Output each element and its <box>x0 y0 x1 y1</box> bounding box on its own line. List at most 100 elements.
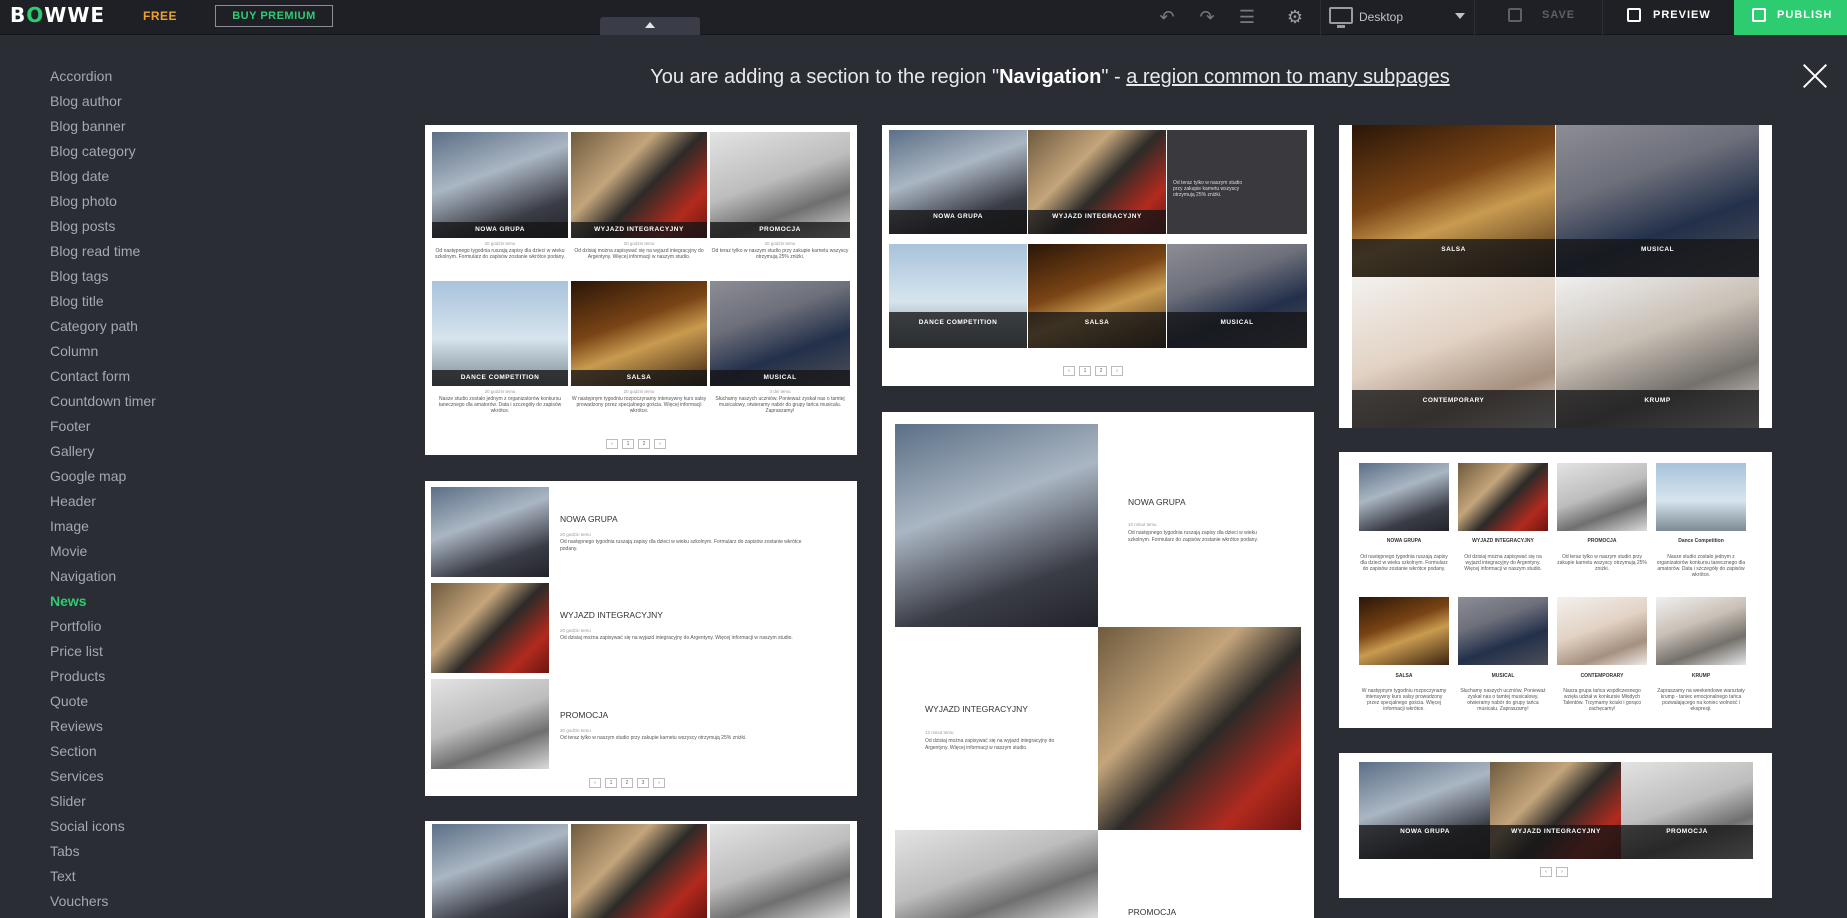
news-template-card-3[interactable] <box>425 821 857 918</box>
news-photo: SALSA <box>1028 244 1166 348</box>
pager-prev[interactable]: ‹ <box>1063 366 1075 376</box>
sidebar-item-blog-date[interactable]: Blog date <box>50 166 240 191</box>
news-photo: WYJAZD INTEGRACYJNY <box>571 132 707 238</box>
news-title: MUSICAL <box>1491 673 1515 679</box>
pager-page[interactable]: 3 <box>637 778 649 788</box>
news-photo-overlay: Od teraz tylko w naszym studio przy zaku… <box>1167 130 1307 234</box>
news-excerpt: Słuchamy naszych uczniów. Ponieważ zyska… <box>1460 688 1546 712</box>
news-excerpt: Od następnego tygodnia ruszają zapisy dl… <box>435 248 565 260</box>
news-title: PROMOCJA <box>1587 538 1617 544</box>
pager-prev[interactable]: ‹ <box>1540 867 1552 877</box>
sidebar-item-blog-banner[interactable]: Blog banner <box>50 116 240 141</box>
plan-badge: FREE <box>143 9 178 23</box>
sidebar-item-text[interactable]: Text <box>50 866 240 891</box>
sidebar-item-accordion[interactable]: Accordion <box>50 66 240 91</box>
sidebar-item-contact-form[interactable]: Contact form <box>50 366 240 391</box>
sidebar-item-google-map[interactable]: Google map <box>50 466 240 491</box>
sidebar-item-header[interactable]: Header <box>50 491 240 516</box>
region-common-link[interactable]: a region common to many subpages <box>1126 66 1450 88</box>
preview-button[interactable]: PREVIEW <box>1602 0 1734 35</box>
sidebar-item-news[interactable]: News <box>50 591 240 616</box>
pager-page[interactable]: 1 <box>622 439 634 449</box>
news-title: WYJAZD INTEGRACYJNY <box>571 222 707 238</box>
sidebar-item-navigation[interactable]: Navigation <box>50 566 240 591</box>
sidebar-item-blog-tags[interactable]: Blog tags <box>50 266 240 291</box>
sidebar-item-quote[interactable]: Quote <box>50 691 240 716</box>
undo-icon[interactable]: ↶ <box>1155 5 1179 29</box>
bowwe-logo[interactable]: BOWWE <box>10 3 105 27</box>
sidebar-item-reviews[interactable]: Reviews <box>50 716 240 741</box>
collapse-panel-button[interactable] <box>600 17 700 35</box>
news-date: 20 godzin temu <box>623 389 655 394</box>
close-icon[interactable] <box>1802 63 1828 89</box>
sidebar-item-tabs[interactable]: Tabs <box>50 841 240 866</box>
save-button[interactable]: SAVE <box>1500 0 1600 35</box>
pager-page[interactable]: 2 <box>638 439 650 449</box>
pager-next[interactable]: › <box>654 439 666 449</box>
news-template-card-4[interactable]: NOWA GRUPA WYJAZD INTEGRACYJNY Od teraz … <box>882 125 1314 386</box>
pager-prev[interactable]: ‹ <box>606 439 618 449</box>
device-selector[interactable]: Desktop <box>1320 0 1475 35</box>
news-title: Dance Competition <box>1678 538 1724 544</box>
sidebar-item-countdown-timer[interactable]: Countdown timer <box>50 391 240 416</box>
news-title: NOWA GRUPA <box>560 514 618 524</box>
pager-next[interactable]: › <box>1556 867 1568 877</box>
pager-next[interactable]: › <box>1111 366 1123 376</box>
news-photo: SALSA <box>571 281 707 386</box>
news-template-card-8[interactable]: NOWA GRUPA WYJAZD INTEGRACYJNY PROMOCJA … <box>1339 753 1772 898</box>
structure-tree-icon[interactable]: ☰ <box>1235 5 1259 29</box>
news-template-card-7[interactable]: NOWA GRUPA WYJAZD INTEGRACYJNY PROMOCJA … <box>1339 452 1772 728</box>
pager-page[interactable]: 2 <box>621 778 633 788</box>
news-photo <box>432 824 568 918</box>
news-title: PROMOCJA <box>560 710 609 720</box>
sidebar-item-blog-photo[interactable]: Blog photo <box>50 191 240 216</box>
news-photo <box>1557 463 1647 531</box>
news-excerpt: W następnym tygodniu rozpoczynamy intens… <box>571 396 707 414</box>
sidebar-item-image[interactable]: Image <box>50 516 240 541</box>
news-title: WYJAZD INTEGRACYJNY <box>925 704 1028 714</box>
pager-page[interactable]: 1 <box>605 778 617 788</box>
sidebar-item-blog-posts[interactable]: Blog posts <box>50 216 240 241</box>
sidebar-item-vouchers[interactable]: Vouchers <box>50 891 240 916</box>
pager-next[interactable]: › <box>653 778 665 788</box>
sidebar-item-blog-title[interactable]: Blog title <box>50 291 240 316</box>
news-photo <box>431 487 549 577</box>
sidebar-item-gallery[interactable]: Gallery <box>50 441 240 466</box>
sidebar-item-movie[interactable]: Movie <box>50 541 240 566</box>
pager-prev[interactable]: ‹ <box>589 778 601 788</box>
news-title: SALSA <box>1352 239 1555 277</box>
news-template-card-2[interactable]: NOWA GRUPA 20 godzin temu Od następnego … <box>425 481 857 796</box>
sidebar-item-footer[interactable]: Footer <box>50 416 240 441</box>
sidebar-item-portfolio[interactable]: Portfolio <box>50 616 240 641</box>
sidebar-item-slider[interactable]: Slider <box>50 791 240 816</box>
settings-gear-icon[interactable]: ⚙ <box>1283 5 1307 29</box>
pager-page[interactable]: 1 <box>1079 366 1091 376</box>
sidebar-item-section[interactable]: Section <box>50 741 240 766</box>
news-excerpt: Od dzisiaj można zapisywać się na wyjazd… <box>1464 554 1542 572</box>
news-template-card-5[interactable]: NOWA GRUPA 10 minut temu Od następnego t… <box>882 412 1314 918</box>
publish-button[interactable]: PUBLISH <box>1734 0 1847 35</box>
news-photo <box>1098 627 1301 830</box>
sidebar-item-products[interactable]: Products <box>50 666 240 691</box>
sidebar-item-services[interactable]: Services <box>50 766 240 791</box>
sidebar-item-category-path[interactable]: Category path <box>50 316 240 341</box>
news-excerpt: Nasza grupa tańca współczesnego wzięła u… <box>1562 688 1642 712</box>
sidebar-item-blog-read-time[interactable]: Blog read time <box>50 241 240 266</box>
news-template-card-1[interactable]: NOWA GRUPA WYJAZD INTEGRACYJNY PROMOCJA … <box>425 125 857 455</box>
news-photo <box>431 583 549 673</box>
news-photo <box>895 424 1098 627</box>
sidebar-item-price-list[interactable]: Price list <box>50 641 240 666</box>
sidebar-item-blog-author[interactable]: Blog author <box>50 91 240 116</box>
sidebar-item-social-icons[interactable]: Social icons <box>50 816 240 841</box>
desktop-monitor-icon <box>1329 7 1353 28</box>
buy-premium-button[interactable]: BUY PREMIUM <box>215 5 333 27</box>
redo-icon[interactable]: ↷ <box>1195 5 1219 29</box>
preview-label: PREVIEW <box>1653 9 1711 21</box>
sidebar-item-blog-category[interactable]: Blog category <box>50 141 240 166</box>
pager-page[interactable]: 2 <box>1095 366 1107 376</box>
news-template-card-6[interactable]: SALSA MUSICAL CONTEMPORARY KRUMP <box>1339 125 1772 428</box>
pagination: ‹ › <box>1540 867 1568 877</box>
sidebar-item-column[interactable]: Column <box>50 341 240 366</box>
pagination: ‹ 1 2 › <box>1063 366 1123 376</box>
news-photo: WYJAZD INTEGRACYJNY <box>1490 762 1622 859</box>
